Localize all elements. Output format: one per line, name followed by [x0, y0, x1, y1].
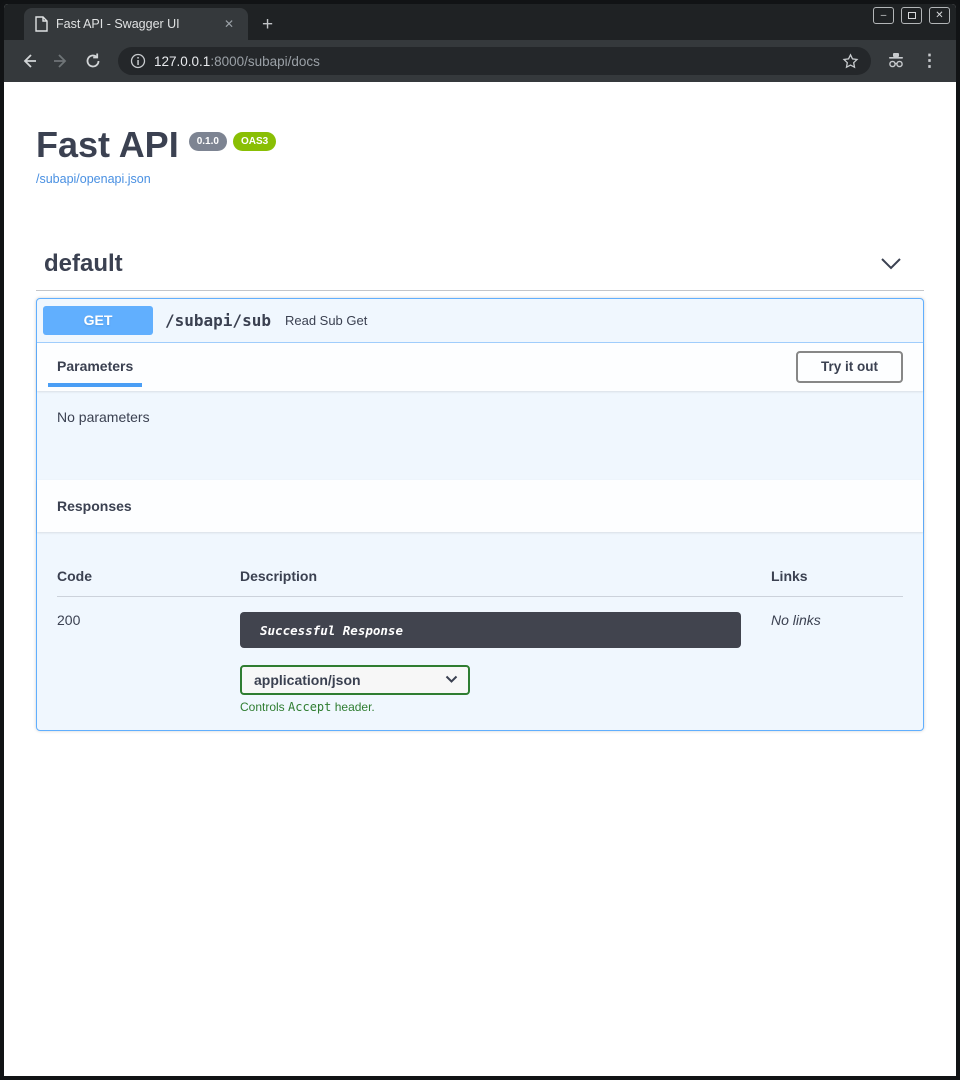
accept-note-prefix: Controls	[240, 700, 288, 714]
column-header-links: Links	[771, 550, 903, 597]
tag-name: default	[44, 250, 123, 278]
operation-description: Read Sub Get	[285, 313, 367, 328]
response-description-box: Successful Response	[240, 612, 741, 648]
url-host: 127.0.0.1	[154, 54, 210, 69]
oas-badge: OAS3	[233, 132, 276, 151]
parameters-header: Parameters Try it out	[37, 343, 923, 391]
forward-icon[interactable]	[48, 48, 74, 74]
browser-tab[interactable]: Fast API - Swagger UI ✕	[24, 8, 248, 40]
reload-icon[interactable]	[80, 48, 106, 74]
browser-titlebar: Fast API - Swagger UI ✕ + – ✕	[4, 4, 956, 40]
swagger-page: Fast API 0.1.0 OAS3 /subapi/openapi.json…	[4, 82, 956, 1076]
minimize-button[interactable]: –	[873, 7, 894, 24]
back-icon[interactable]	[16, 48, 42, 74]
bookmark-star-icon[interactable]	[842, 53, 859, 70]
site-info-icon[interactable]	[130, 53, 146, 69]
openapi-spec-link[interactable]: /subapi/openapi.json	[36, 172, 151, 186]
response-code: 200	[57, 597, 240, 714]
column-header-code: Code	[57, 550, 240, 597]
responses-body: Code Description Links 200 Successful Re…	[37, 532, 923, 730]
no-parameters-text: No parameters	[57, 409, 150, 425]
new-tab-button[interactable]: +	[262, 15, 273, 34]
accept-header-note: Controls Accept header.	[240, 700, 771, 714]
maximize-icon	[908, 12, 916, 19]
window-controls: – ✕	[873, 7, 950, 24]
responses-table: Code Description Links 200 Successful Re…	[57, 550, 903, 714]
address-bar[interactable]: 127.0.0.1:8000/subapi/docs	[118, 47, 871, 75]
close-button[interactable]: ✕	[929, 7, 950, 24]
chevron-down-icon[interactable]	[880, 257, 902, 271]
incognito-icon	[883, 48, 909, 74]
page-favicon-document-icon	[34, 16, 48, 32]
column-header-description: Description	[240, 550, 771, 597]
opblock-get-subapi-sub: GET /subapi/sub Read Sub Get Parameters …	[36, 298, 924, 731]
select-chevron-down-icon	[445, 675, 458, 684]
media-type-select[interactable]: application/json	[240, 665, 470, 695]
responses-header: Responses	[37, 480, 923, 532]
tab-title: Fast API - Swagger UI	[56, 17, 212, 31]
version-badge: 0.1.0	[189, 132, 227, 151]
responses-title: Responses	[57, 498, 132, 514]
maximize-button[interactable]	[901, 7, 922, 24]
accept-note-suffix: header.	[331, 700, 374, 714]
api-info: Fast API 0.1.0 OAS3	[36, 126, 924, 164]
response-description-text: Successful Response	[260, 623, 403, 638]
response-links: No links	[771, 597, 903, 714]
browser-window: Fast API - Swagger UI ✕ + – ✕ 127.0.0.1:…	[0, 0, 960, 1080]
url-text: 127.0.0.1:8000/subapi/docs	[154, 54, 834, 69]
badges: 0.1.0 OAS3	[189, 132, 276, 151]
tag-section-header[interactable]: default	[36, 244, 924, 291]
page-title: Fast API	[36, 126, 179, 164]
url-path: :8000/subapi/docs	[210, 54, 320, 69]
operation-summary[interactable]: GET /subapi/sub Read Sub Get	[37, 299, 923, 343]
media-type-value: application/json	[254, 672, 361, 688]
try-it-out-button[interactable]: Try it out	[796, 351, 903, 383]
browser-toolbar: 127.0.0.1:8000/subapi/docs ⋮	[4, 40, 956, 82]
browser-menu-icon[interactable]: ⋮	[915, 51, 944, 71]
accept-note-code: Accept	[288, 700, 331, 714]
tab-close-icon[interactable]: ✕	[220, 16, 238, 32]
response-description-cell: Successful Response application/json Con…	[240, 597, 771, 714]
parameters-body: No parameters	[37, 391, 923, 480]
tab-parameters[interactable]: Parameters	[57, 358, 133, 376]
method-badge: GET	[43, 306, 153, 335]
operation-path: /subapi/sub	[165, 311, 271, 330]
